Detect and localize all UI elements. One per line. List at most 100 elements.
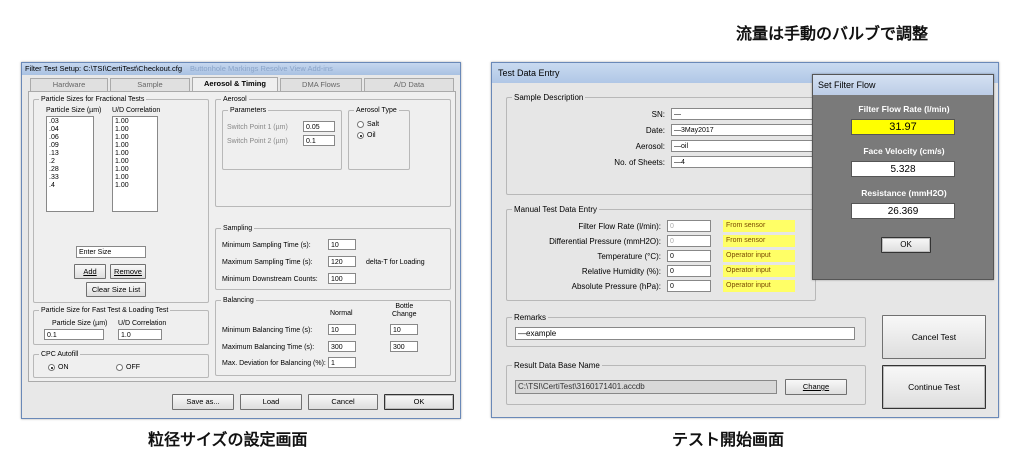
particle-size-item[interactable]: .4 [49, 182, 91, 190]
sn-input[interactable]: — [671, 108, 817, 120]
tab-sample[interactable]: Sample [110, 78, 190, 91]
particle-size-item[interactable]: .28 [49, 166, 91, 174]
aerosol-label: Aerosol: [635, 142, 665, 151]
correlation-item[interactable]: 1.00 [115, 118, 155, 126]
manual-row-source: From sensor [723, 235, 795, 247]
cpc-on-radio[interactable] [48, 364, 55, 371]
correlation-item[interactable]: 1.00 [115, 134, 155, 142]
balancing-group: Balancing Normal Bottle Change Minimum B… [215, 296, 451, 376]
fractional-col-corr: U/D Correlation [112, 107, 161, 114]
tab-hardware[interactable]: Hardware [30, 78, 108, 91]
particle-size-item[interactable]: .06 [49, 134, 91, 142]
fast-col-corr: U/D Correlation [118, 320, 167, 327]
sheets-input[interactable]: —4 [671, 156, 817, 168]
min-sampling-input[interactable]: 10 [328, 239, 356, 250]
enter-size-input[interactable]: Enter Size [76, 246, 146, 258]
save-as-button[interactable]: Save as... [172, 394, 234, 410]
correlation-item[interactable]: 1.00 [115, 126, 155, 134]
min-balancing-normal-input[interactable]: 10 [328, 324, 356, 335]
cpc-off-radio[interactable] [116, 364, 123, 371]
setup-titlebar[interactable]: Filter Test Setup: C:\TSI\CertiTest\Chec… [22, 63, 460, 75]
max-sampling-input[interactable]: 120 [328, 256, 356, 267]
sample-group-label: Sample Description [512, 93, 586, 102]
continue-test-button[interactable]: Continue Test [882, 365, 986, 409]
manual-row-label: Absolute Pressure (hPa): [571, 282, 661, 291]
flow-dialog-titlebar[interactable]: Set Filter Flow [813, 75, 993, 95]
switch-point-1-label: Switch Point 1 (µm) [227, 124, 288, 131]
load-button[interactable]: Load [240, 394, 302, 410]
resistance-value: 26.369 [851, 203, 955, 219]
manual-row-input[interactable]: 0 [667, 280, 711, 292]
flow-ok-button[interactable]: OK [881, 237, 931, 253]
manual-group-label: Manual Test Data Entry [512, 205, 600, 214]
particle-size-item[interactable]: .03 [49, 118, 91, 126]
particle-size-item[interactable]: .2 [49, 158, 91, 166]
manual-row-input[interactable]: 0 [667, 265, 711, 277]
particle-size-item[interactable]: .09 [49, 142, 91, 150]
fractional-group-label: Particle Sizes for Fractional Tests [39, 95, 147, 104]
manual-row-input[interactable]: 0 [667, 250, 711, 262]
fast-size-input[interactable]: 0.1 [44, 329, 104, 340]
aerosol-type-label: Aerosol Type [354, 106, 399, 115]
fractional-sizes-group: Particle Sizes for Fractional Tests Part… [33, 95, 209, 303]
correlation-item[interactable]: 1.00 [115, 182, 155, 190]
cancel-test-button[interactable]: Cancel Test [882, 315, 986, 359]
particle-size-item[interactable]: .13 [49, 150, 91, 158]
particle-size-item[interactable]: .04 [49, 126, 91, 134]
tab-dma-flows[interactable]: DMA Flows [280, 78, 362, 91]
aerosol-type-group: Aerosol Type Salt Oil [348, 106, 410, 170]
flow-rate-value: 31.97 [851, 119, 955, 135]
aerosol-input[interactable]: —oil [671, 140, 817, 152]
sn-label: SN: [651, 110, 665, 119]
manual-row-input[interactable]: 0 [667, 235, 711, 247]
sampling-group-label: Sampling [221, 224, 255, 233]
filter-test-setup-window: Filter Test Setup: C:\TSI\CertiTest\Chec… [21, 62, 461, 419]
date-input[interactable]: —3May2017 [671, 124, 817, 136]
correlation-item[interactable]: 1.00 [115, 166, 155, 174]
particle-size-list[interactable]: .03.04.06.09.13.2.28.33.4 [46, 116, 94, 212]
correlation-list[interactable]: 1.00 1.00 1.00 1.00 1.00 1.00 1.00 1.00 1.00 [112, 116, 158, 212]
change-db-button[interactable]: Change [785, 379, 847, 395]
parameters-group-label: Parameters [228, 106, 269, 115]
manual-row-source: Operator input [723, 280, 795, 292]
particle-size-item[interactable]: .33 [49, 174, 91, 182]
ok-button[interactable]: OK [384, 394, 454, 410]
fast-correlation-input[interactable]: 1.0 [118, 329, 162, 340]
switch-point-2-input[interactable]: 0.1 [303, 135, 335, 146]
fast-group-label: Particle Size for Fast Test & Loading Te… [39, 306, 171, 315]
correlation-item[interactable]: 1.00 [115, 174, 155, 182]
max-balancing-label: Maximum Balancing Time (s): [222, 344, 315, 351]
max-balancing-normal-input[interactable]: 300 [328, 341, 356, 352]
oil-radio[interactable] [357, 132, 364, 139]
remove-label: Remove [114, 267, 142, 276]
correlation-item[interactable]: 1.00 [115, 142, 155, 150]
max-deviation-input[interactable]: 1 [328, 357, 356, 368]
cpc-on-label: ON [58, 364, 69, 371]
clear-size-list-button[interactable]: Clear Size List [86, 282, 146, 297]
face-velocity-label: Face Velocity (cm/s) [863, 146, 945, 156]
salt-label: Salt [367, 121, 380, 128]
tab-aerosol-timing[interactable]: Aerosol & Timing [192, 77, 278, 92]
remarks-input[interactable]: —example [515, 327, 855, 340]
switch-point-1-input[interactable]: 0.05 [303, 121, 335, 132]
face-velocity-value: 5.328 [851, 161, 955, 177]
balancing-normal-label: Normal [330, 310, 353, 317]
correlation-item[interactable]: 1.00 [115, 150, 155, 158]
sheets-label: No. of Sheets: [614, 158, 665, 167]
add-size-button[interactable]: Add [74, 264, 106, 279]
min-downstream-label: Minimum Downstream Counts: [222, 276, 318, 283]
min-balancing-label: Minimum Balancing Time (s): [222, 327, 313, 334]
cancel-button[interactable]: Cancel [308, 394, 378, 410]
caption-left: 粒径サイズの設定画面 [148, 430, 308, 449]
salt-radio[interactable] [357, 121, 364, 128]
oil-label: Oil [367, 132, 376, 139]
set-filter-flow-dialog: Set Filter Flow Filter Flow Rate (l/min)… [812, 74, 994, 280]
max-balancing-bottle-input[interactable]: 300 [390, 341, 418, 352]
min-downstream-input[interactable]: 100 [328, 273, 356, 284]
correlation-item[interactable]: 1.00 [115, 158, 155, 166]
tab-ad-data[interactable]: A/D Data [364, 78, 454, 91]
aerosol-group-label: Aerosol [221, 95, 249, 104]
remove-size-button[interactable]: Remove [110, 264, 146, 279]
min-balancing-bottle-input[interactable]: 10 [390, 324, 418, 335]
manual-row-input[interactable]: 0 [667, 220, 711, 232]
